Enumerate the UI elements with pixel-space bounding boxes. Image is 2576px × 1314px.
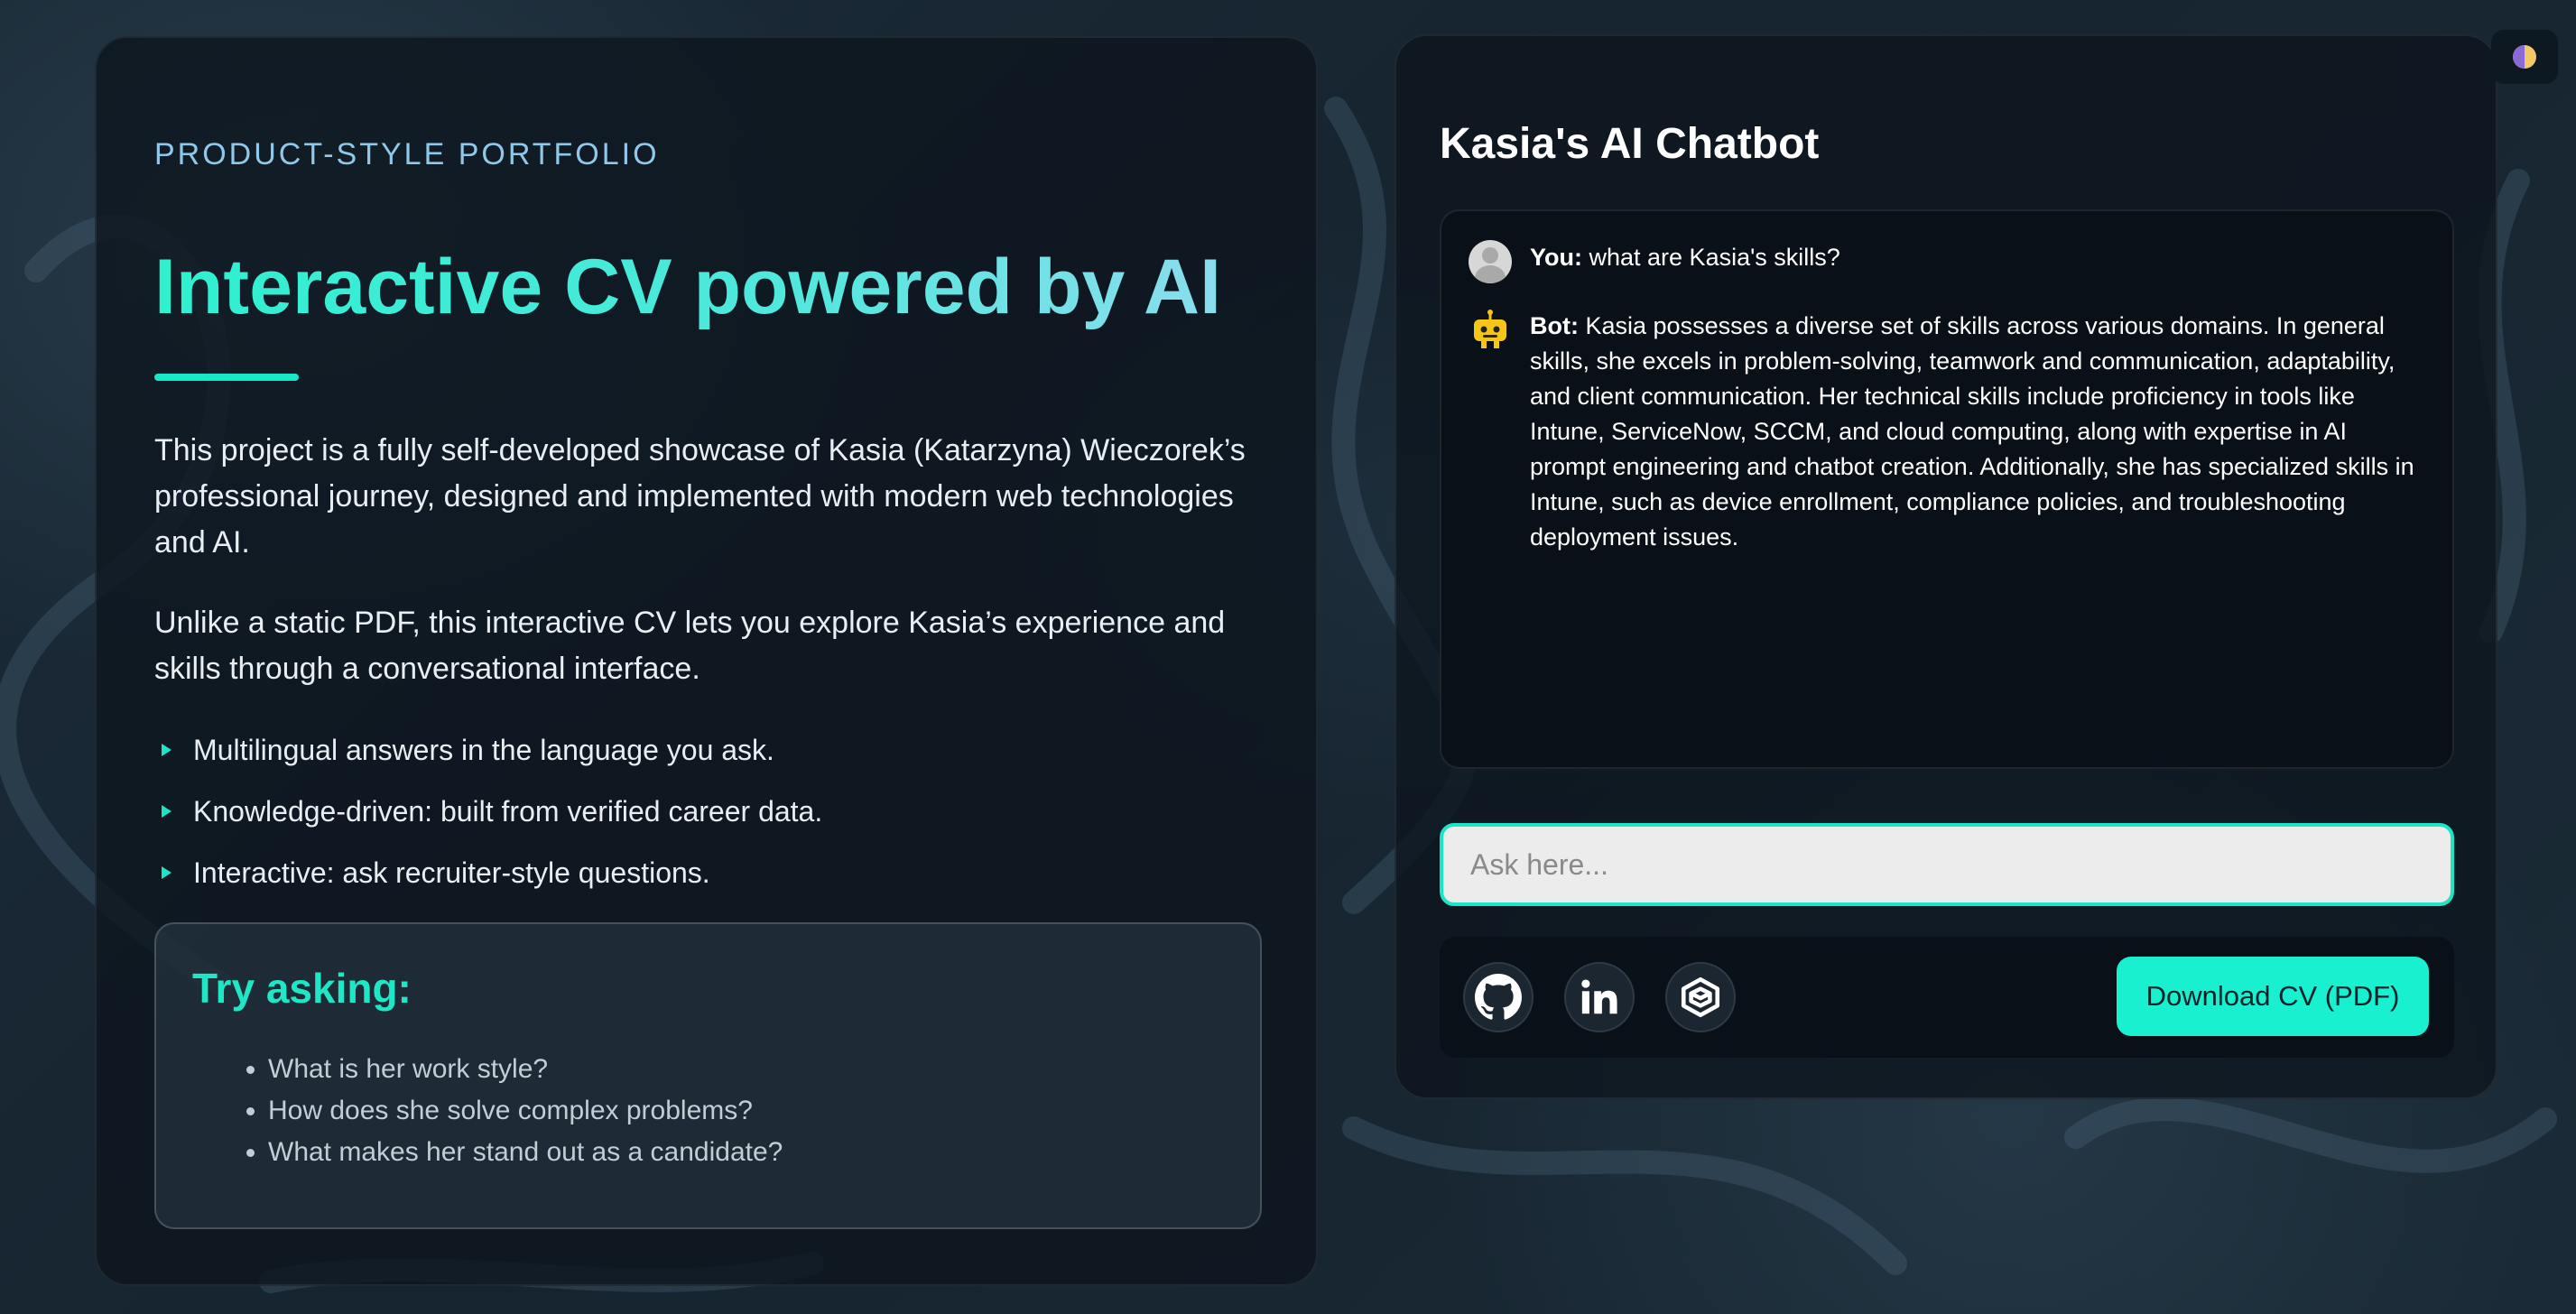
message-body: what are Kasia's skills? <box>1589 244 1840 271</box>
theme-toggle-button[interactable] <box>2491 30 2558 84</box>
suggested-question: What makes her stand out as a candidate? <box>268 1132 1224 1173</box>
accent-divider <box>154 373 299 381</box>
feature-item: Knowledge-driven: built from verified ca… <box>154 791 1258 831</box>
message-text: Bot: Kasia possesses a diverse set of sk… <box>1530 309 2425 555</box>
intro-paragraph: This project is a fully self-developed s… <box>154 432 1246 560</box>
eyebrow-label: PRODUCT-STYLE PORTFOLIO <box>154 137 660 171</box>
suggested-question: How does she solve complex problems? <box>268 1090 1224 1132</box>
linkedin-link[interactable] <box>1564 962 1635 1032</box>
chatbot-title: Kasia's AI Chatbot <box>1440 120 1820 168</box>
message-speaker: Bot: <box>1530 312 1579 339</box>
triangle-bullet-icon <box>162 865 171 879</box>
suggested-questions: What is her work style? How does she sol… <box>192 1049 1224 1173</box>
ask-input[interactable] <box>1440 823 2454 906</box>
message-speaker: You: <box>1530 244 1582 271</box>
suggested-question: What is her work style? <box>268 1049 1224 1090</box>
message-text: You: what are Kasia's skills? <box>1530 240 1840 275</box>
triangle-bullet-icon <box>162 743 171 756</box>
github-icon <box>1475 974 1522 1020</box>
try-asking-box: Try asking: What is her work style? How … <box>154 922 1262 1229</box>
message-body: Kasia possesses a diverse set of skills … <box>1530 312 2414 551</box>
feature-item: Multilingual answers in the language you… <box>154 730 1258 770</box>
chatbot-card: Kasia's AI Chatbot You: what are Kasia's… <box>1395 34 2497 1099</box>
github-link[interactable] <box>1463 962 1534 1032</box>
chat-log[interactable]: You: what are Kasia's skills? Bot: Kasia… <box>1440 209 2454 769</box>
intro-card: PRODUCT-STYLE PORTFOLIO Interactive CV p… <box>95 36 1318 1286</box>
chat-message-user: You: what are Kasia's skills? <box>1469 240 2425 283</box>
intro-paragraph-2: Unlike a static PDF, this interactive CV… <box>154 605 1226 686</box>
chat-message-bot: Bot: Kasia possesses a diverse set of sk… <box>1469 309 2425 555</box>
linkedin-icon <box>1581 979 1617 1014</box>
feature-text: Knowledge-driven: built from verified ca… <box>193 794 823 828</box>
action-bar: Download CV (PDF) <box>1440 937 2454 1058</box>
robot-avatar-icon <box>1469 309 1512 352</box>
page-title: Interactive CV powered by AI <box>154 245 1258 330</box>
triangle-bullet-icon <box>162 804 171 818</box>
try-asking-title: Try asking: <box>192 965 412 1012</box>
feature-text: Interactive: ask recruiter-style questio… <box>193 856 710 889</box>
half-moon-icon <box>2513 45 2536 69</box>
download-cv-button[interactable]: Download CV (PDF) <box>2117 957 2429 1036</box>
codewars-icon <box>1681 976 1720 1018</box>
codewars-link[interactable] <box>1665 962 1736 1032</box>
feature-item: Interactive: ask recruiter-style questio… <box>154 853 1258 893</box>
feature-list: Multilingual answers in the language you… <box>154 730 1258 893</box>
feature-text: Multilingual answers in the language you… <box>193 733 774 766</box>
user-avatar-icon <box>1469 240 1512 283</box>
